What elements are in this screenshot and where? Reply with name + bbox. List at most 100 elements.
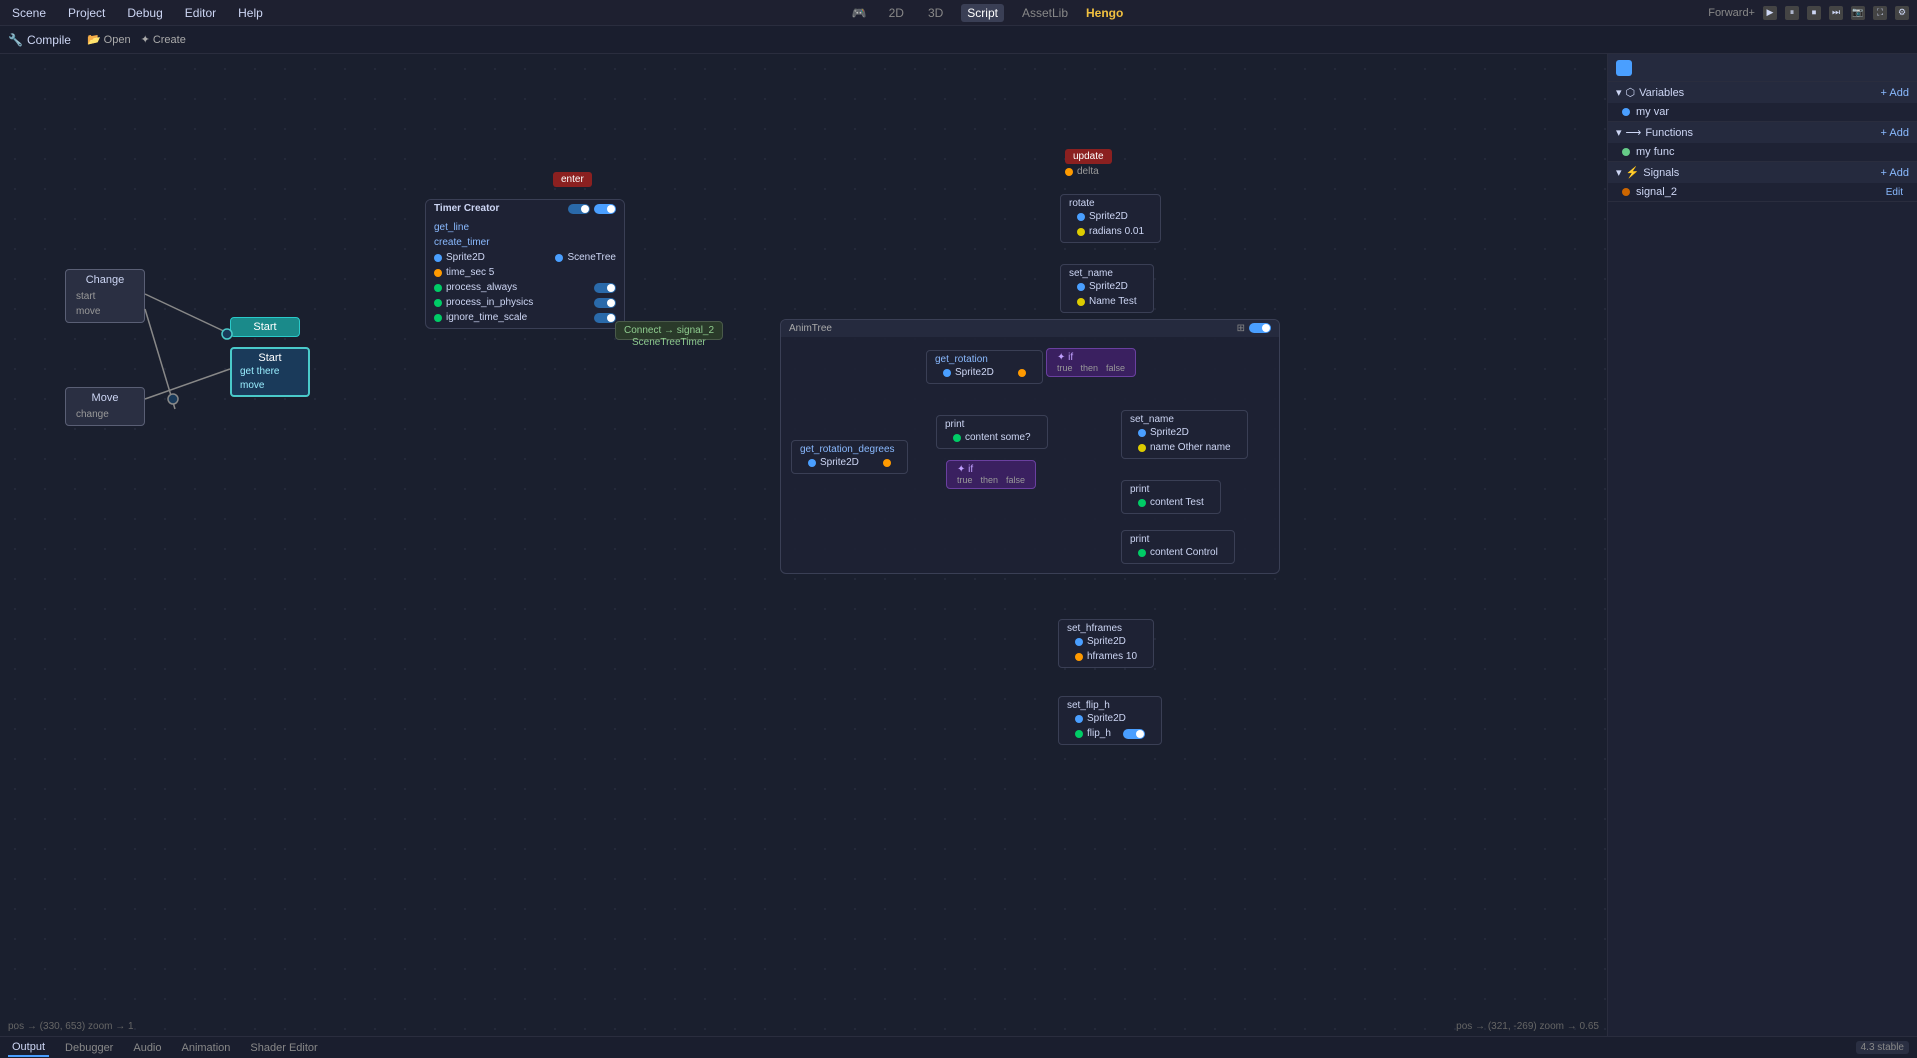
process-always-dot: [434, 284, 442, 292]
if-node-2[interactable]: ✦ if true then false: [946, 460, 1036, 489]
toolbar-actions: 📂 Open ✦ Create: [87, 33, 186, 46]
sfh-toggle[interactable]: [1123, 729, 1145, 739]
signals-header[interactable]: ▾ ⚡ Signals + Add: [1608, 162, 1917, 183]
set-name-anim-label: set_name: [1130, 414, 1239, 425]
sfh-sprite2d: Sprite2D: [1067, 711, 1153, 726]
functions-add-button[interactable]: + Add: [1881, 127, 1909, 139]
tab-debugger[interactable]: Debugger: [61, 1040, 117, 1056]
ignore-time-toggle[interactable]: [594, 313, 616, 323]
my-func-left: my func: [1622, 146, 1675, 158]
print-node-1[interactable]: print content some?: [936, 415, 1048, 449]
sfh-sprite2d-dot: [1075, 715, 1083, 723]
tab-animation[interactable]: Animation: [178, 1040, 235, 1056]
if-label-2: ✦ if: [957, 464, 1025, 475]
fullscreen-button[interactable]: ⛶: [1873, 6, 1887, 20]
set-name-label: set_name: [1069, 268, 1145, 279]
menu-scene[interactable]: Scene: [8, 4, 50, 22]
print1-content: content some?: [945, 430, 1039, 445]
menu-help[interactable]: Help: [234, 4, 267, 22]
enter-node[interactable]: enter: [553, 172, 592, 187]
functions-header[interactable]: ▾ ⟶ Functions + Add: [1608, 122, 1917, 143]
mode-2d[interactable]: 2D: [883, 4, 910, 22]
canvas-area[interactable]: Change start move Move change Start Star…: [0, 54, 1607, 1036]
connect-signal-label: Connect → signal_2: [624, 325, 714, 336]
change-move-port: move: [76, 305, 134, 318]
sna-sprite2d-label: Sprite2D: [1150, 427, 1189, 438]
process-always-row: process_always: [426, 280, 624, 295]
tab-shader-editor[interactable]: Shader Editor: [246, 1040, 321, 1056]
anim-toggle[interactable]: [1249, 323, 1271, 333]
print-node-2[interactable]: print content Test: [1121, 480, 1221, 514]
timer-toggle-on[interactable]: [594, 204, 616, 214]
rot-radians-label: radians 0.01: [1089, 226, 1144, 237]
menu-debug[interactable]: Debug: [123, 4, 166, 22]
start-outer-label: Start: [241, 321, 289, 333]
set-name-anim-node[interactable]: set_name Sprite2D name Other name: [1121, 410, 1248, 459]
get-rotation-degrees-node[interactable]: get_rotation_degrees Sprite2D: [791, 440, 908, 474]
move-change-port: change: [76, 408, 134, 421]
move-node[interactable]: Move change: [65, 387, 145, 426]
sprite2d-dot: [434, 254, 442, 262]
sna-name-label: name Other name: [1150, 442, 1231, 453]
pause-button[interactable]: ⏸: [1785, 6, 1799, 20]
set-flip-h-node[interactable]: set_flip_h Sprite2D flip_h: [1058, 696, 1162, 745]
set-hframes-node[interactable]: set_hframes Sprite2D hframes 10: [1058, 619, 1154, 668]
sn-name: Name Test: [1069, 294, 1145, 309]
mode-assetlib[interactable]: AssetLib: [1016, 4, 1074, 22]
variables-add-button[interactable]: + Add: [1881, 87, 1909, 99]
timer-toggle-off[interactable]: [568, 204, 590, 214]
my-var-label: my var: [1636, 106, 1669, 118]
print-node-3[interactable]: print content Control: [1121, 530, 1235, 564]
compile-button[interactable]: 🔧 Compile: [8, 33, 71, 47]
variables-header[interactable]: ▾ ⬡ Variables + Add: [1608, 82, 1917, 103]
signals-add-button[interactable]: + Add: [1881, 167, 1909, 179]
update-label: update: [1073, 151, 1104, 162]
start-inner-node[interactable]: Start get there move: [230, 347, 310, 397]
print2-content: content Test: [1130, 495, 1212, 510]
rotate-label: rotate: [1069, 198, 1152, 209]
anim-tree-label: AnimTree: [789, 323, 832, 334]
set-name-node[interactable]: set_name Sprite2D Name Test: [1060, 264, 1154, 313]
pos-left: pos → (330, 653) zoom → 1: [8, 1021, 134, 1032]
main-content: Change start move Move change Start Star…: [0, 54, 1917, 1036]
open-button[interactable]: 📂 Open: [87, 33, 131, 46]
tab-audio[interactable]: Audio: [129, 1040, 165, 1056]
update-node[interactable]: update delta: [1065, 149, 1112, 179]
sna-sprite2d-dot: [1138, 429, 1146, 437]
create-timer-label: create_timer: [434, 237, 490, 248]
print3-label: print: [1130, 534, 1226, 545]
camera-button[interactable]: 📷: [1851, 6, 1865, 20]
window-controls: Forward+ ▶ ⏸ ⏹ ⏭ 📷 ⛶ ⚙: [1708, 6, 1909, 20]
delta-dot: [1065, 168, 1073, 176]
get-rotation-node[interactable]: get_rotation Sprite2D: [926, 350, 1043, 384]
change-node[interactable]: Change start move: [65, 269, 145, 323]
start-outer-node[interactable]: Start: [230, 317, 300, 337]
start-inner-label: Start: [240, 352, 300, 364]
set-flip-h-label: set_flip_h: [1067, 700, 1153, 711]
play-button[interactable]: ▶: [1763, 6, 1777, 20]
process-always-toggle[interactable]: [594, 283, 616, 293]
anim-tree-area[interactable]: AnimTree ⊞ get_rotation Sprite2D: [780, 319, 1280, 574]
mode-script[interactable]: Script: [961, 4, 1004, 22]
mode-3d[interactable]: 3D: [922, 4, 949, 22]
get-there-label: get there: [240, 364, 300, 379]
signal-2-edit-button[interactable]: Edit: [1886, 187, 1903, 198]
stop-button[interactable]: ⏹: [1807, 6, 1821, 20]
p3-content-label: content Control: [1150, 547, 1218, 558]
rotate-node[interactable]: rotate Sprite2D radians 0.01: [1060, 194, 1161, 243]
step-button[interactable]: ⏭: [1829, 6, 1843, 20]
signal-2-left: signal_2: [1622, 186, 1677, 198]
menu-editor[interactable]: Editor: [181, 4, 220, 22]
open-label: Open: [104, 34, 131, 46]
process-physics-toggle[interactable]: [594, 298, 616, 308]
menu-project[interactable]: Project: [64, 4, 109, 22]
create-button[interactable]: ✦ Create: [141, 33, 186, 46]
mode-selector: 🎮 2D 3D Script AssetLib Hengo: [283, 4, 1692, 22]
if-node-1[interactable]: ✦ if true then false: [1046, 348, 1136, 377]
tab-output[interactable]: Output: [8, 1039, 49, 1057]
scene-tree-timer-label: SceneTreeTimer: [632, 337, 706, 348]
timer-creator-node[interactable]: Timer Creator get_line create_timer Spri…: [425, 199, 625, 329]
settings-icon[interactable]: ⚙: [1895, 6, 1909, 20]
signal-2-label: signal_2: [1636, 186, 1677, 198]
right-panel: ▾ ⬡ Variables + Add my var ▾ ⟶ Functions: [1607, 54, 1917, 1036]
